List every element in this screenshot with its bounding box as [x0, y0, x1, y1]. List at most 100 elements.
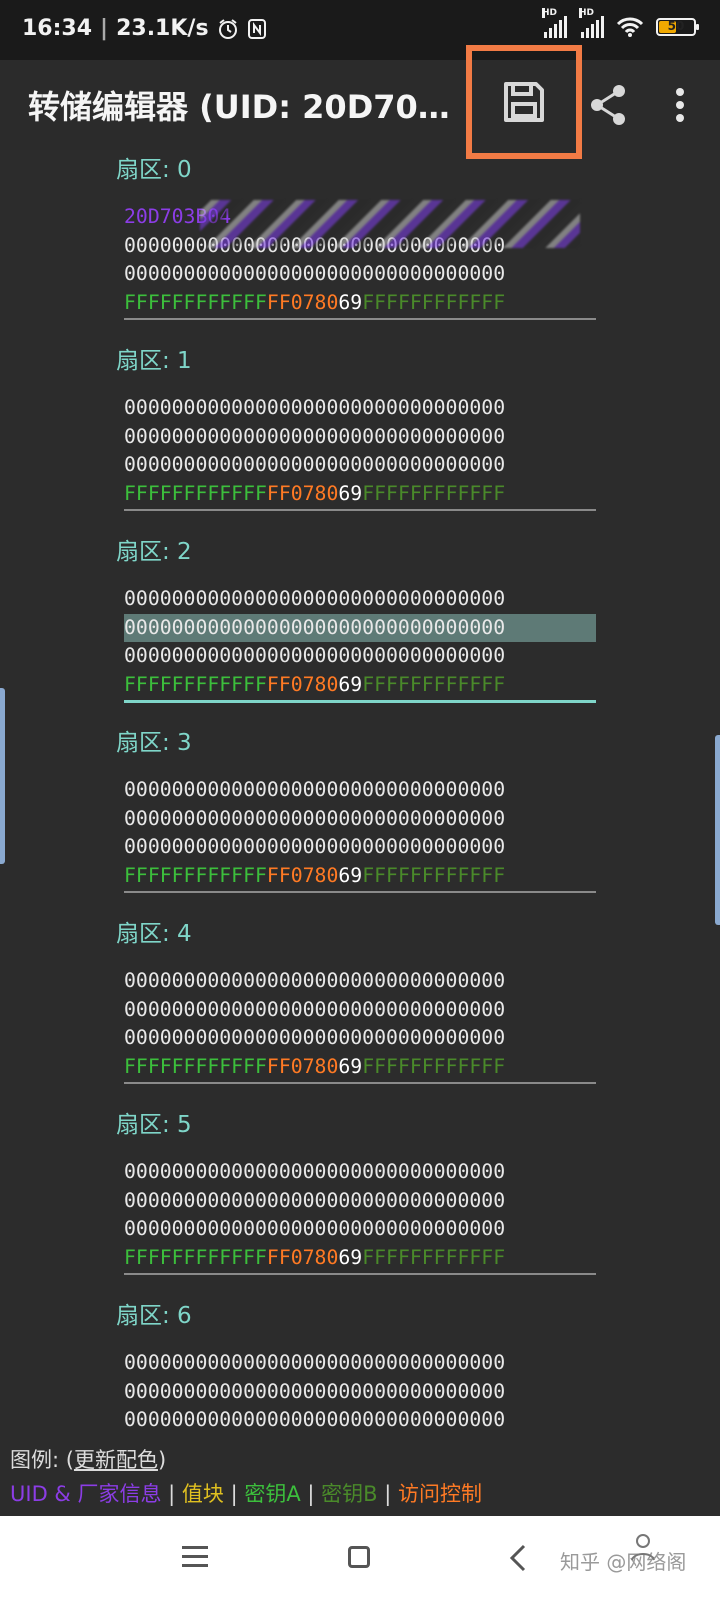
nfc-icon — [247, 18, 266, 39]
access-bits-value: FF0780 — [266, 291, 339, 315]
legend: 图例: (更新配色) UID & 厂家信息 | 值块 | 密钥A | 密钥B |… — [0, 1440, 720, 1516]
watermark: 知乎 @网络阁 — [560, 1550, 687, 1574]
alarm-icon — [218, 18, 237, 39]
sector-data[interactable]: 00000000000000000000000000000000 00000000… — [124, 1349, 596, 1440]
sector-block: 扇区: 1 00000000000000000000000000000000 000… — [0, 341, 720, 532]
sector-block: 扇区: 3 00000000000000000000000000000000 000… — [0, 723, 720, 914]
sector-block: 扇区: 5 00000000000000000000000000000000 000… — [0, 1105, 720, 1296]
data-block-row[interactable]: 00000000000000000000000000000000 — [124, 585, 596, 614]
key-a-value: FFFFFFFFFFFF — [124, 1246, 267, 1270]
save-button[interactable] — [466, 45, 582, 159]
sector-title: 扇区: 1 — [116, 348, 192, 374]
home-button[interactable] — [348, 1546, 370, 1568]
data-block-row[interactable]: 00000000000000000000000000000000 — [124, 260, 596, 289]
key-b-value: FFFFFFFFFFFF — [362, 482, 506, 506]
legend-sep: | — [377, 1482, 399, 1506]
legend-access-control: 访问控制 — [398, 1482, 483, 1506]
sector-divider — [124, 1273, 596, 1275]
data-block-row[interactable]: 00000000000000000000000000000000 — [124, 1406, 596, 1435]
data-block-row[interactable]: 00000000000000000000000000000000 — [124, 833, 596, 862]
left-edge-handle[interactable] — [0, 688, 5, 864]
update-colors-link[interactable]: 更新配色 — [74, 1448, 158, 1472]
dump-list[interactable]: 扇区: 0 20D703B04 00000000000000000000000000… — [0, 150, 720, 1440]
general-purpose-byte: 69 — [338, 864, 363, 888]
key-a-value: FFFFFFFFFFFF — [124, 482, 267, 506]
sector-trailer-row[interactable]: FFFFFFFFFFFFFF078069FFFFFFFFFFFF — [124, 289, 596, 318]
signal-icon-2: HD — [579, 8, 604, 38]
save-icon — [504, 82, 544, 122]
data-block-row[interactable]: 00000000000000000000000000000000 — [124, 423, 596, 452]
legend-value-block: 值块 — [181, 1482, 224, 1506]
access-bits-value: FF0780 — [266, 482, 339, 506]
data-block-row[interactable]: 00000000000000000000000000000000 — [124, 642, 596, 671]
data-block-row[interactable]: 00000000000000000000000000000000 — [124, 967, 596, 996]
more-options-icon[interactable] — [660, 82, 700, 128]
page-title: 转储编辑器 (UID: 20D70… — [28, 88, 450, 126]
legend-sep: | — [223, 1482, 245, 1506]
sector-title: 扇区: 0 — [116, 157, 192, 183]
recent-apps-button[interactable] — [182, 1546, 208, 1568]
wifi-icon — [616, 17, 644, 37]
navigation-bar: 知乎 @网络阁 — [0, 1516, 720, 1601]
network-speed: 23.1K/s — [116, 16, 209, 41]
general-purpose-byte: 69 — [338, 1246, 363, 1270]
data-block-row[interactable]: 00000000000000000000000000000000 — [124, 1158, 596, 1187]
sector-trailer-row[interactable]: FFFFFFFFFFFFFF078069FFFFFFFFFFFF — [124, 1244, 596, 1273]
legend-uid: UID & 厂家信息 — [10, 1482, 162, 1506]
data-block-row[interactable]: 00000000000000000000000000000000 — [124, 1187, 596, 1216]
sector-title: 扇区: 4 — [116, 921, 192, 947]
key-b-value: FFFFFFFFFFFF — [362, 864, 506, 888]
back-icon[interactable] — [508, 1544, 528, 1572]
access-bits-value: FF0780 — [266, 864, 339, 888]
sector-title: 扇区: 3 — [116, 730, 192, 756]
signal-icon: HD — [542, 8, 567, 38]
sector-divider — [124, 891, 596, 893]
status-bar: 16:34 | 23.1K/s HD HD 50 — [0, 0, 720, 60]
data-block-row[interactable]: 00000000000000000000000000000000 — [124, 1215, 596, 1244]
sector-data[interactable]: 00000000000000000000000000000000 00000000… — [124, 967, 596, 1082]
status-right: HD HD 50 — [542, 8, 699, 38]
sector-data[interactable]: 00000000000000000000000000000000 00000000… — [124, 776, 596, 891]
sector-block: 扇区: 0 20D703B04 00000000000000000000000000… — [0, 150, 720, 341]
share-icon[interactable] — [585, 82, 631, 128]
access-bits-value: FF0780 — [266, 673, 339, 697]
key-b-value: FFFFFFFFFFFF — [362, 1055, 506, 1079]
general-purpose-byte: 69 — [338, 673, 363, 697]
data-block-row[interactable]: 00000000000000000000000000000000 — [124, 613, 596, 643]
sector-trailer-row[interactable]: FFFFFFFFFFFFFF078069FFFFFFFFFFFF — [124, 671, 596, 700]
access-bits-value: FF0780 — [266, 1055, 339, 1079]
sector-divider — [124, 1082, 596, 1084]
sector-trailer-row[interactable]: FFFFFFFFFFFFFF078069FFFFFFFFFFFF — [124, 1053, 596, 1082]
assistant-icon[interactable] — [628, 1532, 658, 1562]
legend-label: 图例: ( — [10, 1448, 74, 1472]
data-block-row[interactable]: 00000000000000000000000000000000 — [124, 1349, 596, 1378]
battery-icon: 50 — [656, 18, 699, 36]
key-a-value: FFFFFFFFFFFF — [124, 864, 267, 888]
legend-key-a: 密钥A — [244, 1482, 301, 1506]
key-b-value: FFFFFFFFFFFF — [362, 673, 506, 697]
key-a-value: FFFFFFFFFFFF — [124, 291, 267, 315]
data-block-row[interactable]: 00000000000000000000000000000000 — [124, 776, 596, 805]
data-block-row[interactable]: 00000000000000000000000000000000 — [124, 805, 596, 834]
access-bits-value: FF0780 — [266, 1246, 339, 1270]
sector-data[interactable]: 00000000000000000000000000000000 00000000… — [124, 585, 596, 700]
general-purpose-byte: 69 — [338, 1055, 363, 1079]
signal-hd-label-2: HD — [579, 8, 595, 18]
sector-data[interactable]: 00000000000000000000000000000000 00000000… — [124, 394, 596, 509]
sector-trailer-row[interactable]: FFFFFFFFFFFFFF078069FFFFFFFFFFFF — [124, 862, 596, 891]
sector-data[interactable]: 00000000000000000000000000000000 00000000… — [124, 1158, 596, 1273]
right-edge-handle[interactable] — [715, 735, 720, 925]
redaction-mosaic — [200, 200, 580, 248]
data-block-row[interactable]: 00000000000000000000000000000000 — [124, 451, 596, 480]
sector-trailer-row[interactable]: FFFFFFFFFFFFFF078069FFFFFFFFFFFF — [124, 480, 596, 509]
data-block-row[interactable]: 00000000000000000000000000000000 — [124, 1378, 596, 1407]
data-block-row[interactable]: 00000000000000000000000000000000 — [124, 394, 596, 423]
legend-sep: | — [161, 1482, 182, 1506]
sector-block: 扇区: 4 00000000000000000000000000000000 000… — [0, 914, 720, 1105]
key-b-value: FFFFFFFFFFFF — [362, 1246, 506, 1270]
app-bar: 转储编辑器 (UID: 20D70… — [0, 45, 720, 159]
sector-divider — [124, 700, 596, 703]
data-block-row[interactable]: 00000000000000000000000000000000 — [124, 1024, 596, 1053]
key-a-value: FFFFFFFFFFFF — [124, 673, 267, 697]
data-block-row[interactable]: 00000000000000000000000000000000 — [124, 996, 596, 1025]
